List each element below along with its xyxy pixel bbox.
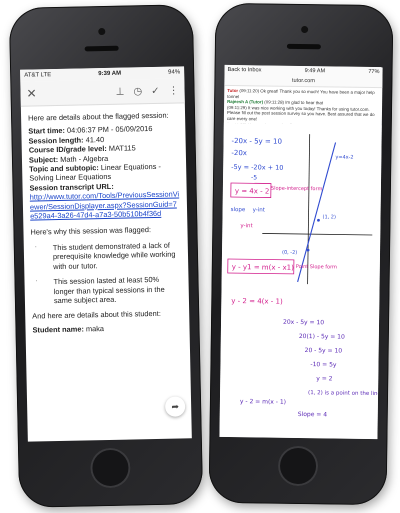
graph-y-axis <box>307 134 311 285</box>
whiteboard-callout: Point Slope form <box>296 264 337 271</box>
browser-screen: Back to Inbox 9:49 AM 77% tutor.com Tuto… <box>219 64 383 440</box>
whiteboard-note: 20x - 5y = 10 <box>283 319 324 327</box>
whiteboard-note: y - 2 = 4(x - 1) <box>231 297 283 306</box>
whiteboard-note: -20x - 5y = 10 <box>232 137 282 146</box>
whiteboard-note: 20(1) - 5y = 10 <box>299 333 345 341</box>
check-icon[interactable]: ✓ <box>151 85 160 96</box>
why-text: Here's why this session was flagged: <box>30 225 152 238</box>
whiteboard-note: -20x <box>231 149 247 157</box>
whiteboard-callout: Slope-intercept form <box>271 186 323 193</box>
pin-icon[interactable]: ⊥ <box>116 86 125 97</box>
whiteboard-note: -5y = -20x + 10 <box>231 163 283 172</box>
back-to-inbox-link[interactable]: Back to Inbox <box>228 67 262 73</box>
whiteboard-note: y = 2 <box>316 375 332 382</box>
reply-button[interactable]: ➦ <box>164 396 186 417</box>
earpiece-speaker <box>286 43 321 50</box>
earpiece-speaker <box>84 45 119 52</box>
graph-label: y=4x-2 <box>335 154 353 160</box>
intro-text: Here are details about the flagged sessi… <box>28 110 169 123</box>
whiteboard-note: y - 2 = m(x - 1) <box>240 398 286 406</box>
battery-level: 77% <box>368 68 380 76</box>
whiteboard[interactable]: -20x - 5y = 10 -20x -5y = -20x + 10 -5 y… <box>219 122 382 440</box>
whiteboard-note: y-int <box>253 207 266 213</box>
whiteboard-note: slope <box>231 207 246 213</box>
graph-label: (0, -2) <box>282 250 297 256</box>
left-phone: AT&T LTE 9:39 AM 94% ✕ ⊥ ◷ ✓ ⋮ Here are … <box>8 4 204 508</box>
reason-item: · This student demonstrated a lack of pr… <box>34 240 176 271</box>
email-body: Here are details about the flagged sessi… <box>21 103 190 339</box>
bullet-icon: · <box>35 278 38 285</box>
whiteboard-note: y - y1 = m(x - x1) <box>232 263 294 272</box>
whiteboard-note: 20 - 5y = 10 <box>305 347 343 355</box>
home-button[interactable] <box>90 447 131 489</box>
graph-x-axis <box>262 233 373 236</box>
reason-item: · This session lasted at least 50% longe… <box>35 274 165 306</box>
whiteboard-note: -5 <box>251 174 257 181</box>
chat-line: (09:11:29) It was nice working with you … <box>226 104 375 122</box>
whiteboard-note: y = 4x - 2 <box>235 187 270 195</box>
url-bar[interactable]: tutor.com <box>227 77 379 85</box>
clock: 9:49 AM <box>304 68 326 75</box>
clock: 9:39 AM <box>98 70 122 78</box>
graph-point <box>317 218 320 222</box>
clock-icon[interactable]: ◷ <box>133 86 142 97</box>
email-toolbar: ✕ ⊥ ◷ ✓ ⋮ <box>20 78 185 107</box>
whiteboard-note: y-int <box>240 223 253 229</box>
graph-label: (1, 2) <box>322 214 336 220</box>
field-student-name: Student name: maka <box>32 323 105 335</box>
whiteboard-note: Slope = 4 <box>298 411 328 418</box>
whiteboard-canvas[interactable]: -20x - 5y = 10 -20x -5y = -20x + 10 -5 y… <box>219 123 382 439</box>
right-phone: Back to Inbox 9:49 AM 77% tutor.com Tuto… <box>208 2 394 506</box>
carrier-label: AT&T LTE <box>24 72 52 79</box>
student-intro: And here are details about this student: <box>32 309 161 321</box>
transcript-link[interactable]: http://www.tutor.com/Tools/PreviousSessi… <box>30 190 181 221</box>
front-camera <box>98 27 106 36</box>
whiteboard-note: -10 = 5y <box>310 361 337 368</box>
graph-line <box>297 142 337 283</box>
whiteboard-note: (1, 2) is a point on the line <box>308 390 382 397</box>
close-icon[interactable]: ✕ <box>26 86 36 100</box>
home-button[interactable] <box>277 445 319 487</box>
battery-level: 94% <box>168 69 181 76</box>
email-screen: AT&T LTE 9:39 AM 94% ✕ ⊥ ◷ ✓ ⋮ Here are … <box>20 66 192 442</box>
front-camera <box>301 25 309 34</box>
more-icon[interactable]: ⋮ <box>168 85 178 96</box>
bullet-icon: · <box>34 244 37 251</box>
reply-icon: ➦ <box>171 401 180 412</box>
